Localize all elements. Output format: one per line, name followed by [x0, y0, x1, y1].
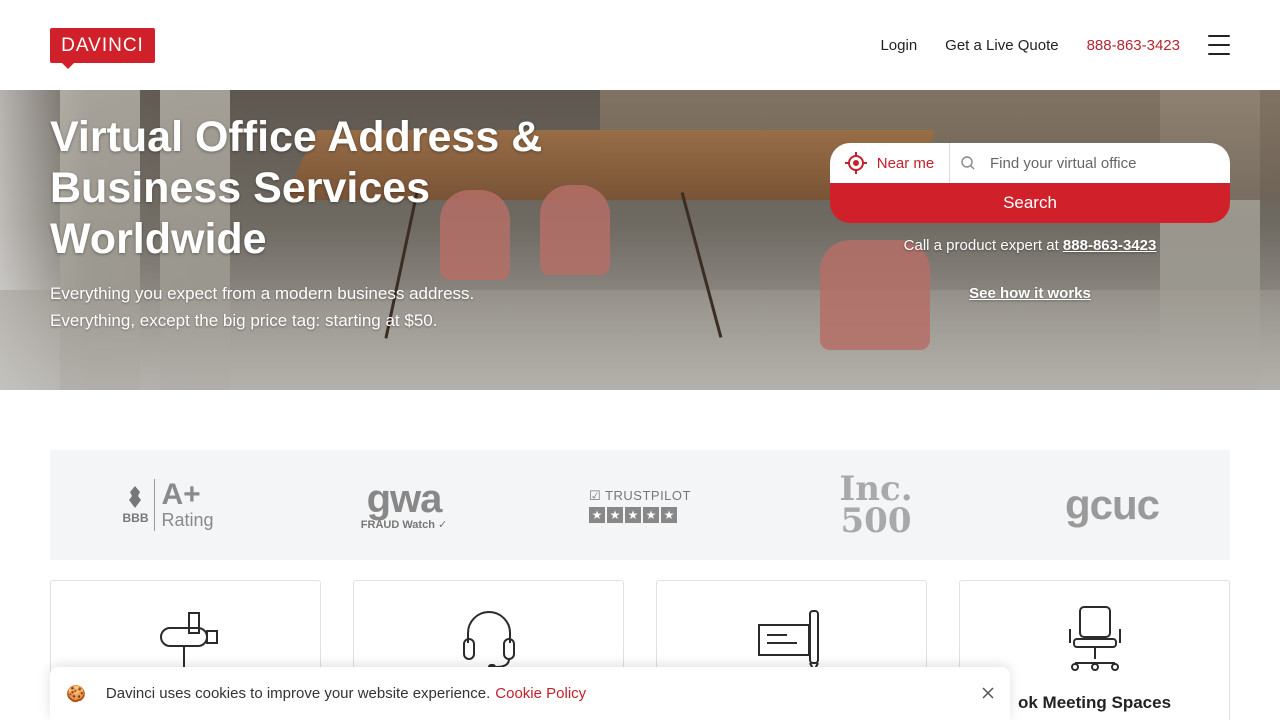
- inc-500-text: 500: [840, 501, 912, 541]
- star-icon: ★: [607, 506, 624, 523]
- cookie-policy-link[interactable]: Cookie Policy: [495, 685, 586, 702]
- star-icon: ★: [661, 506, 678, 523]
- hero-banner: Virtual Office Address & Business Servic…: [0, 90, 1280, 390]
- bbb-rating-label: Rating: [161, 510, 214, 530]
- check-pen-icon: [757, 610, 819, 673]
- hero-subtitle-line: Everything, except the big price tag: st…: [50, 311, 438, 330]
- search-field: [950, 143, 1230, 183]
- gcuc-logo: gcuc: [1064, 481, 1160, 528]
- phone-link[interactable]: 888-863-3423: [1087, 37, 1180, 54]
- checkmark-icon: ✓: [438, 518, 448, 531]
- top-nav: Login Get a Live Quote 888-863-3423: [852, 30, 1230, 60]
- trustpilot-stars: ★ ★ ★ ★ ★: [589, 506, 678, 523]
- hero-subtitle-line: Everything you expect from a modern busi…: [50, 284, 475, 303]
- hamburger-menu-icon[interactable]: [1208, 35, 1230, 55]
- star-icon: ★: [589, 506, 606, 523]
- trustpilot-name: ☑ TRUSTPILOT: [589, 487, 691, 503]
- gcuc-badge: gcuc: [1042, 470, 1182, 540]
- target-location-icon: [844, 152, 867, 174]
- live-quote-link[interactable]: Get a Live Quote: [945, 37, 1058, 54]
- close-icon[interactable]: [978, 683, 998, 703]
- star-icon: ★: [625, 506, 642, 523]
- search-top-row: Near me: [830, 143, 1230, 183]
- site-header: DAVINCI Login Get a Live Quote 888-863-3…: [0, 0, 1280, 90]
- hero-title: Virtual Office Address & Business Servic…: [50, 113, 543, 263]
- near-me-label: Near me: [876, 154, 935, 172]
- bbb-torch-icon: [129, 485, 142, 508]
- trustpilot-check-icon: ☑: [589, 487, 602, 503]
- near-me-button[interactable]: Near me: [830, 143, 950, 183]
- gwa-fraud-watch: FRAUD Watch ✓: [360, 518, 448, 531]
- trustpilot-badge: ☑ TRUSTPILOT ★ ★ ★ ★ ★: [570, 470, 710, 540]
- bbb-grade: A+: [161, 478, 201, 511]
- inc500-badge: Inc. 500: [806, 470, 946, 540]
- bbb-mark-text: BBB: [122, 510, 149, 525]
- office-chair-icon: [1068, 606, 1121, 671]
- search-input[interactable]: [990, 154, 1210, 172]
- mailbox-icon: [159, 612, 218, 671]
- call-expert-phone-link[interactable]: 888-863-3423: [1063, 237, 1156, 254]
- see-how-it-works-link[interactable]: See how it works: [830, 285, 1230, 302]
- bbb-badge: BBB A+ Rating: [98, 470, 238, 540]
- star-icon: ★: [643, 506, 660, 523]
- cookie-icon: 🍪: [66, 685, 86, 703]
- search-icon: [961, 156, 975, 170]
- gwa-badge: gwa FRAUD Watch ✓: [334, 470, 474, 540]
- search-widget: Near me Search: [830, 143, 1230, 223]
- davinci-logo[interactable]: DAVINCI: [50, 28, 155, 69]
- cookie-banner: 🍪 Davinci uses cookies to improve your w…: [50, 667, 1010, 720]
- cookie-message: Davinci uses cookies to improve your web…: [105, 685, 491, 702]
- trust-badges-bar: BBB A+ Rating gwa FRAUD Watch ✓ ☑ TRUSTP…: [50, 450, 1230, 560]
- headset-icon: [462, 611, 515, 670]
- login-link[interactable]: Login: [880, 37, 917, 54]
- call-expert-line: Call a product expert at 888-863-3423: [830, 237, 1230, 254]
- call-expert-text: Call a product expert at: [903, 237, 1059, 254]
- bbb-mark: BBB: [122, 485, 149, 525]
- hero-subtitle: Everything you expect from a modern busi…: [50, 280, 570, 334]
- search-button[interactable]: Search: [830, 183, 1230, 223]
- gwa-logo: gwa: [366, 476, 443, 521]
